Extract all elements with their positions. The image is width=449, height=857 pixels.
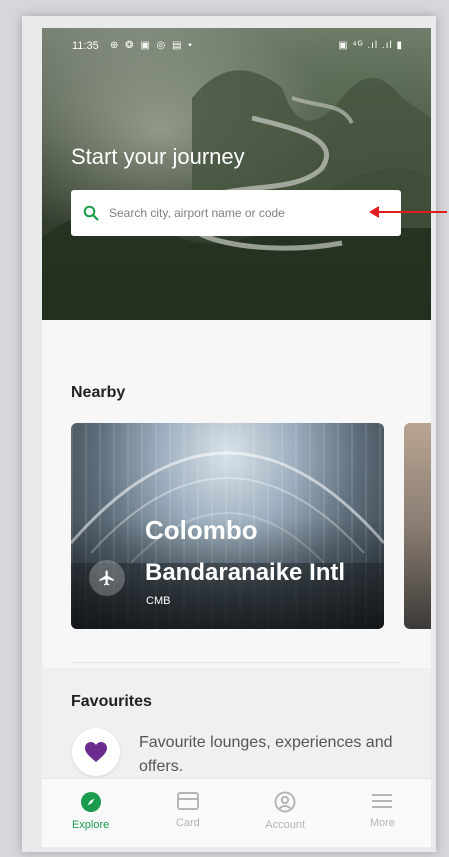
- card-icon: [176, 792, 199, 810]
- nav-more-label: More: [369, 817, 395, 829]
- nav-account[interactable]: Account: [237, 779, 334, 847]
- section-divider: [71, 662, 401, 663]
- hero-landscape: [42, 70, 431, 320]
- search-icon: [83, 205, 99, 221]
- nav-more[interactable]: More: [334, 779, 431, 847]
- hero-title: Start your journey: [71, 144, 245, 169]
- status-bar: 11:35 ⊕ ❂ ▣ ◎ ▤ • ▣ ⁴ᴳ .ıl .ıl ▮: [42, 28, 431, 62]
- card-airport-code: CMB: [146, 595, 171, 607]
- nav-card[interactable]: Card: [139, 779, 236, 847]
- system-status-icons: ▣ ⁴ᴳ .ıl .ıl ▮: [338, 40, 403, 51]
- heart-icon[interactable]: [72, 728, 120, 776]
- nav-explore-label: Explore: [71, 819, 110, 831]
- nav-account-label: Account: [265, 819, 305, 831]
- status-time: 11:35: [72, 40, 99, 52]
- nearby-airport-card-next[interactable]: [404, 423, 431, 629]
- menu-icon: [372, 794, 393, 808]
- bottom-navigation: Explore Card Account More: [42, 778, 431, 847]
- search-input[interactable]: Search city, airport name or code: [71, 190, 401, 236]
- compass-icon: [80, 792, 101, 812]
- favourites-description: Favourite lounges, experiences and offer…: [139, 734, 393, 775]
- airplane-icon: [89, 560, 125, 596]
- nearby-airport-card[interactable]: Colombo Bandaranaike Intl CMB: [71, 423, 384, 629]
- search-placeholder: Search city, airport name or code: [109, 206, 285, 220]
- account-icon: [274, 791, 296, 813]
- nearby-title: Nearby: [71, 384, 126, 401]
- notification-icons: ⊕ ❂ ▣ ◎ ▤ •: [110, 40, 194, 51]
- card-airport-name: Bandaranaike Intl: [145, 559, 346, 586]
- favourites-title: Favourites: [71, 693, 152, 710]
- nav-explore[interactable]: Explore: [42, 779, 139, 847]
- annotation-arrow: [374, 211, 447, 213]
- phone-screen: 11:35 ⊕ ❂ ▣ ◎ ▤ • ▣ ⁴ᴳ .ıl .ıl ▮ Start y…: [42, 28, 431, 847]
- hero-banner: 11:35 ⊕ ❂ ▣ ◎ ▤ • ▣ ⁴ᴳ .ıl .ıl ▮ Start y…: [42, 28, 431, 320]
- card-city: Colombo: [145, 515, 258, 545]
- nav-card-label: Card: [175, 817, 200, 829]
